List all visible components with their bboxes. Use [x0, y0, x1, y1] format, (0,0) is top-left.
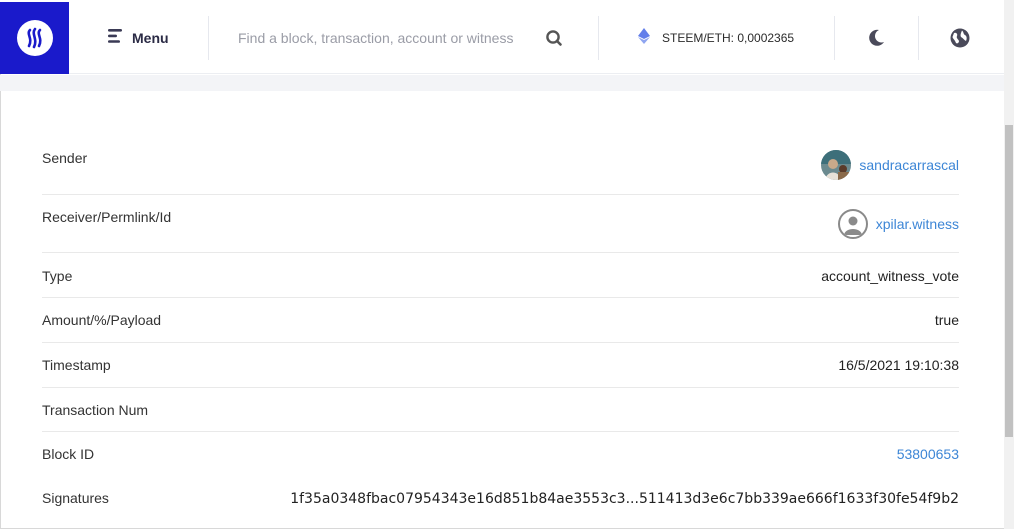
table-row: Transaction Num — [42, 388, 959, 432]
sender-link[interactable]: sandracarrascal — [859, 157, 959, 173]
top-navbar: Menu STEEM/ETH: 0,0002365 — [0, 0, 1004, 74]
table-row: Block ID 53800653 — [42, 432, 959, 476]
steem-logo-link[interactable] — [0, 2, 69, 74]
page-band — [0, 75, 1004, 91]
menu-lines-icon — [108, 28, 124, 48]
menu-label: Menu — [132, 30, 169, 46]
row-label: Timestamp — [42, 357, 111, 373]
search-input[interactable] — [238, 26, 520, 50]
table-row: Amount/%/Payload true — [42, 298, 959, 343]
globe-icon[interactable] — [949, 27, 971, 49]
row-label: Block ID — [42, 446, 95, 462]
row-label: Type — [42, 268, 73, 284]
row-label: Transaction Num — [42, 402, 149, 418]
type-value: account_witness_vote — [821, 268, 959, 284]
steem-logo-icon — [16, 20, 53, 56]
avatar[interactable] — [821, 150, 852, 180]
divider — [598, 16, 599, 60]
price-text: STEEM/ETH: 0,0002365 — [662, 31, 795, 45]
moon-icon[interactable] — [866, 28, 886, 48]
payload-value: true — [934, 312, 959, 328]
price-ticker: STEEM/ETH: 0,0002365 — [638, 27, 795, 49]
divider — [208, 16, 209, 60]
default-avatar-icon[interactable] — [837, 209, 868, 239]
row-label: Signatures — [42, 490, 109, 506]
operation-details-table: Sender sandracarrascal Receiver/Permlink… — [42, 136, 959, 520]
table-row: Type account_witness_vote — [42, 253, 959, 298]
sender-value: sandracarrascal — [821, 150, 959, 183]
receiver-value: xpilar.witness — [837, 209, 959, 242]
scrollbar-thumb[interactable] — [1005, 125, 1013, 437]
receiver-link[interactable]: xpilar.witness — [876, 216, 959, 232]
signatures-value: 1f35a0348fbac07954343e16d851b84ae3553c3.… — [290, 491, 959, 507]
table-row: Signatures 1f35a0348fbac07954343e16d851b… — [42, 476, 959, 520]
table-row: Receiver/Permlink/Id xpilar.witness — [42, 195, 959, 253]
table-row: Sender sandracarrascal — [42, 136, 959, 195]
search-icon[interactable] — [545, 29, 563, 47]
divider — [918, 16, 919, 60]
divider — [834, 16, 835, 60]
timestamp-value: 16/5/2021 19:10:38 — [838, 357, 959, 373]
menu-button[interactable]: Menu — [108, 28, 169, 48]
row-label: Sender — [42, 150, 88, 166]
row-label: Receiver/Permlink/Id — [42, 209, 172, 225]
row-label: Amount/%/Payload — [42, 312, 162, 328]
block-id-link[interactable]: 53800653 — [897, 446, 959, 462]
table-row: Timestamp 16/5/2021 19:10:38 — [42, 343, 959, 388]
ethereum-icon — [638, 27, 650, 49]
